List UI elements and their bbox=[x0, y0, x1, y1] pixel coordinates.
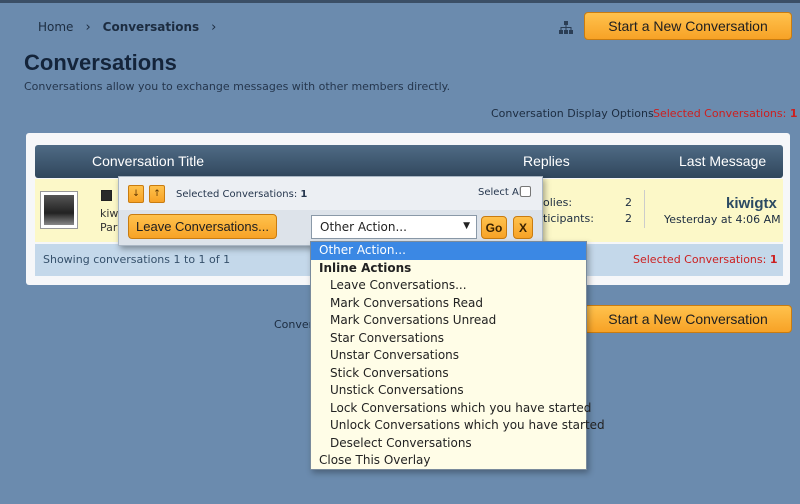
table-header: Conversation Title Replies Last Message bbox=[35, 145, 783, 178]
breadcrumb: Home › Conversations › bbox=[24, 12, 254, 42]
row-checkbox[interactable] bbox=[101, 190, 112, 201]
dropdown-option-unstar[interactable]: Unstar Conversations bbox=[311, 347, 586, 365]
conversation-title-fragment[interactable]: kiw bbox=[100, 207, 118, 220]
dropdown-option-unstick[interactable]: Unstick Conversations bbox=[311, 382, 586, 400]
dropdown-option-mark-read[interactable]: Mark Conversations Read bbox=[311, 295, 586, 313]
arrow-up-icon[interactable]: ↑ bbox=[149, 185, 165, 203]
last-message-time[interactable]: Yesterday at 4:06 AM bbox=[664, 213, 781, 226]
column-title[interactable]: Conversation Title bbox=[92, 153, 204, 169]
participants-value: 2 bbox=[625, 212, 632, 225]
select-all-label: Select All bbox=[478, 187, 525, 198]
selected-conversations-footer-link[interactable]: Selected Conversations: 1 bbox=[633, 253, 778, 266]
sitemap-icon[interactable] bbox=[559, 21, 573, 34]
dropdown-caret-icon: ▼ bbox=[463, 221, 470, 231]
leave-conversations-button[interactable]: Leave Conversations... bbox=[128, 214, 277, 239]
showing-count: Showing conversations 1 to 1 of 1 bbox=[43, 253, 231, 266]
replies-value: 2 bbox=[625, 196, 632, 209]
action-select[interactable]: Other Action... ▼ bbox=[311, 215, 477, 239]
participants-label: ticipants: bbox=[543, 212, 594, 225]
conversation-meta-fragment: Par bbox=[100, 221, 118, 234]
overlay-selected: Selected Conversations: 1 bbox=[176, 189, 307, 200]
dropdown-option-unlock[interactable]: Unlock Conversations which you have star… bbox=[311, 417, 605, 435]
dropdown-option-other-action[interactable]: Other Action... bbox=[311, 242, 586, 260]
start-new-conversation-button[interactable]: Start a New Conversation bbox=[584, 12, 792, 40]
display-options-link[interactable]: Conversation Display Options bbox=[491, 107, 654, 120]
dropdown-option-mark-unread[interactable]: Mark Conversations Unread bbox=[311, 312, 586, 330]
select-all-checkbox[interactable] bbox=[520, 186, 531, 197]
last-message-user[interactable]: kiwigtx bbox=[726, 195, 777, 212]
column-last-message[interactable]: Last Message bbox=[679, 153, 766, 169]
overlay-selected-label: Selected Conversations: bbox=[176, 189, 298, 200]
go-button[interactable]: Go bbox=[481, 216, 507, 239]
bottom-text-fragment: Conver bbox=[274, 318, 314, 331]
overlay-selected-count: 1 bbox=[300, 189, 308, 200]
dropdown-option-star[interactable]: Star Conversations bbox=[311, 330, 586, 348]
action-select-value: Other Action... bbox=[320, 220, 407, 234]
dropdown-option-close-overlay[interactable]: Close This Overlay bbox=[311, 452, 586, 470]
selected-conversations-label: Selected Conversations: bbox=[653, 107, 787, 120]
page-description: Conversations allow you to exchange mess… bbox=[24, 80, 451, 93]
close-overlay-button[interactable]: X bbox=[513, 216, 533, 239]
dropdown-option-deselect[interactable]: Deselect Conversations bbox=[311, 435, 586, 453]
breadcrumb-current[interactable]: Conversations bbox=[103, 20, 200, 34]
column-replies[interactable]: Replies bbox=[523, 153, 570, 169]
dropdown-option-lock[interactable]: Lock Conversations which you have starte… bbox=[311, 400, 591, 418]
divider bbox=[644, 190, 645, 228]
dropdown-group-inline-actions: Inline Actions bbox=[319, 260, 412, 275]
page-title: Conversations bbox=[24, 50, 177, 75]
avatar[interactable] bbox=[40, 191, 78, 229]
dropdown-option-leave[interactable]: Leave Conversations... bbox=[311, 277, 586, 295]
breadcrumb-home[interactable]: Home bbox=[24, 20, 73, 34]
top-border bbox=[0, 0, 800, 3]
selected-conversations-count: 1 bbox=[789, 107, 798, 120]
breadcrumb-separator: › bbox=[85, 19, 91, 35]
dropdown-option-stick[interactable]: Stick Conversations bbox=[311, 365, 586, 383]
selected-conversations-count: 1 bbox=[769, 253, 778, 266]
breadcrumb-separator: › bbox=[211, 19, 217, 35]
replies-label: olies: bbox=[543, 196, 573, 209]
arrow-down-icon[interactable]: ↓ bbox=[128, 185, 144, 203]
selected-conversations-label: Selected Conversations: bbox=[633, 253, 767, 266]
inline-mod-overlay: ↓ ↑ Selected Conversations: 1 Select All… bbox=[118, 176, 543, 246]
start-new-conversation-button-bottom[interactable]: Start a New Conversation bbox=[584, 305, 792, 333]
action-dropdown-list: Other Action... Inline Actions Leave Con… bbox=[310, 241, 605, 470]
selected-conversations-link[interactable]: Selected Conversations: 1 bbox=[653, 107, 798, 120]
